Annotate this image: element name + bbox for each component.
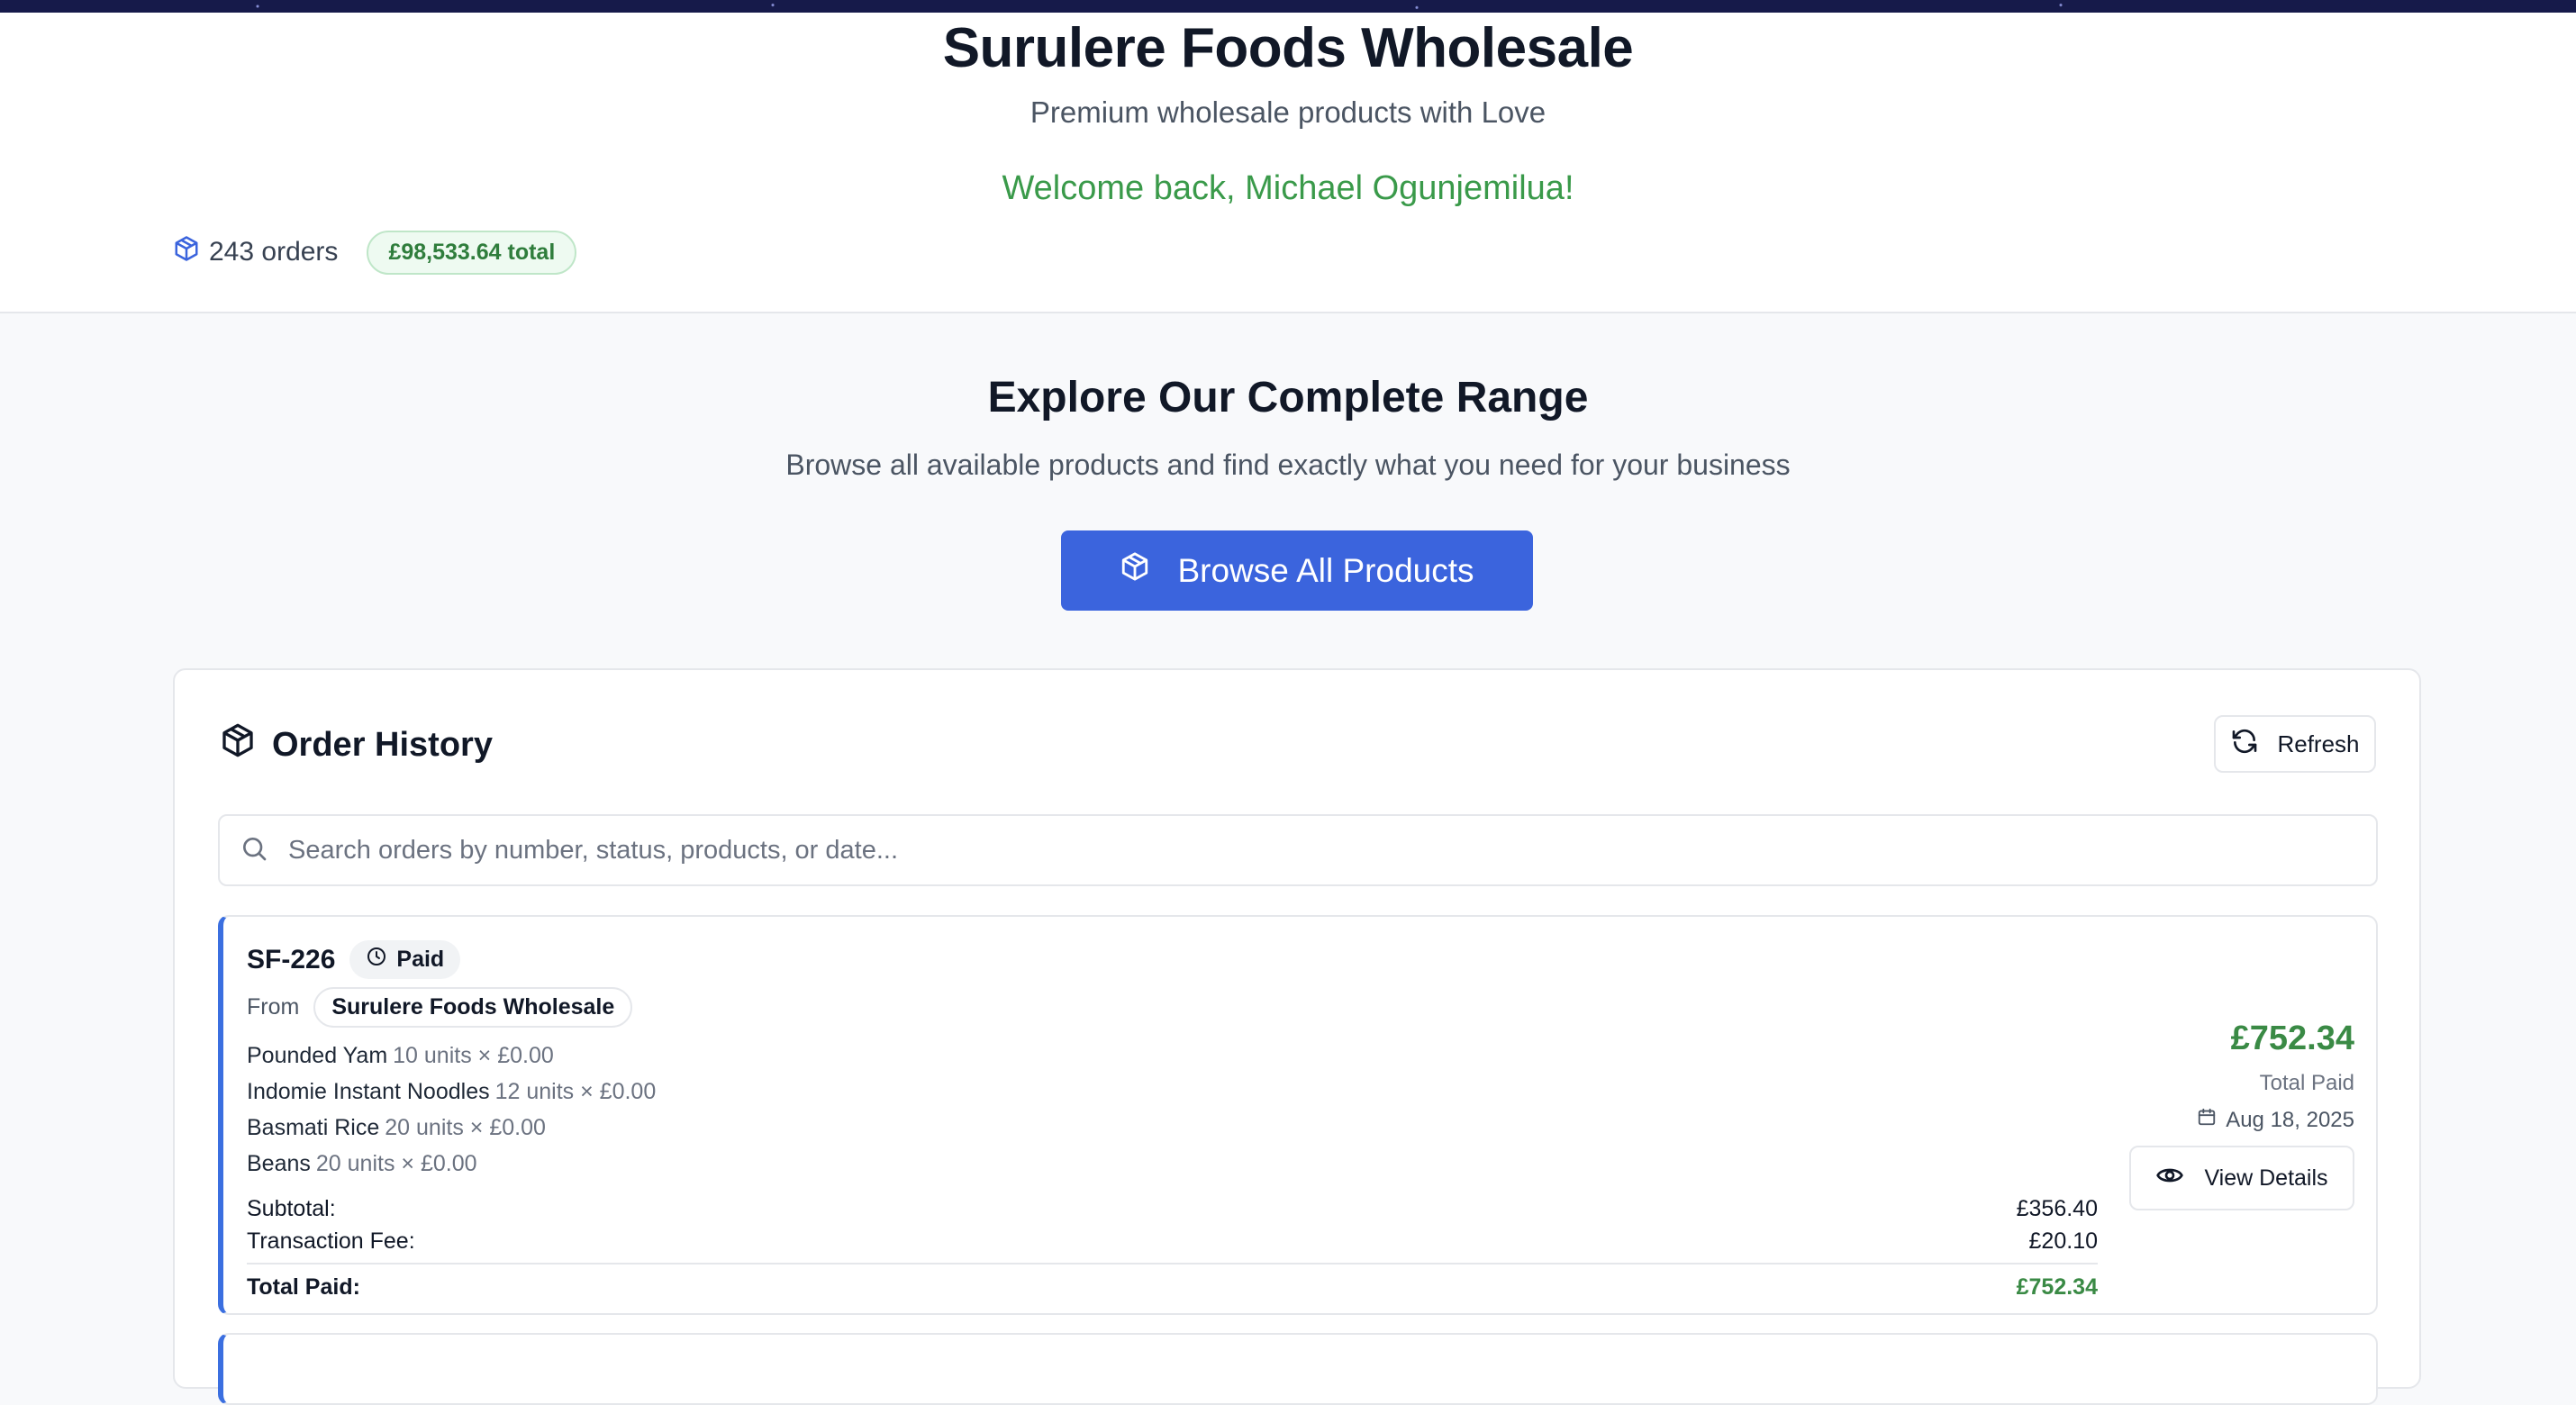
subtotal-row: Subtotal: £356.40 [247,1192,2098,1225]
search-icon [240,834,268,867]
orders-count-stat: 243 orders [173,235,338,269]
vendor-badge: Surulere Foods Wholesale [313,987,633,1028]
browse-all-products-button[interactable]: Browse All Products [1061,530,1533,611]
fee-label: Transaction Fee: [247,1228,415,1254]
package-icon [1120,551,1150,590]
browse-button-label: Browse All Products [1177,551,1474,589]
item-quantity: 12 units × £0.00 [494,1079,657,1104]
total-value: £752.34 [2016,1274,2098,1300]
list-item: Pounded Yam 10 units × £0.00 [247,1038,656,1074]
view-details-button[interactable]: View Details [2129,1146,2354,1210]
package-icon [220,722,256,767]
refresh-button[interactable]: Refresh [2214,715,2376,773]
item-quantity: 10 units × £0.00 [393,1043,554,1068]
account-stats: 243 orders £98,533.64 total [173,230,577,275]
store-header: Surulere Foods Wholesale Premium wholesa… [0,13,2576,313]
order-totals: Subtotal: £356.40 Transaction Fee: £20.1… [247,1192,2098,1304]
item-name: Beans [247,1151,311,1176]
order-amount: £752.34 [2230,1020,2354,1057]
order-card: SF-226 Paid From Surulere Foods Wholesal… [218,915,2378,1315]
item-name: Basmati Rice [247,1115,380,1140]
welcome-message: Welcome back, Michael Ogunjemilua! [1002,169,1574,207]
amount-label: Total Paid [2259,1071,2354,1095]
search-input[interactable] [288,835,2376,866]
order-card [218,1333,2378,1405]
package-icon [173,235,200,269]
list-item: Beans 20 units × £0.00 [247,1146,656,1182]
order-search [218,814,2378,886]
explore-title: Explore Our Complete Range [987,374,1589,422]
store-subtitle: Premium wholesale products with Love [1029,95,1547,129]
list-item: Indomie Instant Noodles 12 units × £0.00 [247,1074,656,1110]
explore-subtitle: Browse all available products and find e… [785,449,1791,481]
vendor-row: From Surulere Foods Wholesale [247,987,633,1028]
order-items: Pounded Yam 10 units × £0.00 Indomie Inst… [247,1038,656,1182]
subtotal-value: £356.40 [2016,1195,2098,1221]
refresh-label: Refresh [2277,730,2360,757]
fee-row: Transaction Fee: £20.10 [247,1225,2098,1257]
store-title: Surulere Foods Wholesale [942,17,1634,79]
view-details-label: View Details [2204,1165,2328,1191]
orders-count: 243 orders [209,237,339,267]
total-label: Total Paid: [247,1274,360,1300]
total-row: Total Paid: £752.34 [247,1263,2098,1304]
total-spent-badge: £98,533.64 total [367,230,577,275]
status-badge: Paid [349,940,461,979]
item-name: Pounded Yam [247,1043,388,1068]
order-history-card: Order History Refresh SF-226 [173,668,2421,1405]
order-history-title: Order History [272,725,493,764]
fee-value: £20.10 [2028,1228,2098,1254]
list-item: Basmati Rice 20 units × £0.00 [247,1110,656,1146]
item-quantity: 20 units × £0.00 [315,1151,477,1176]
status-label: Paid [396,947,445,972]
subtotal-label: Subtotal: [247,1195,336,1221]
item-name: Indomie Instant Noodles [247,1079,490,1104]
order-number: SF-226 [247,944,336,974]
order-history-header: Order History [220,722,493,767]
clock-icon [366,946,387,974]
from-label: From [247,994,300,1020]
eye-icon [2155,1161,2184,1196]
order-date: Aug 18, 2025 [2129,1107,2354,1133]
top-banner-strip [0,0,2576,13]
order-heading: SF-226 Paid [247,940,461,979]
item-quantity: 20 units × £0.00 [385,1115,546,1140]
calendar-icon [2197,1107,2217,1133]
order-summary: £752.34 Total Paid Aug 18, 2025 View Det… [2129,1020,2354,1210]
order-date-text: Aug 18, 2025 [2226,1107,2354,1132]
refresh-icon [2230,727,2259,762]
